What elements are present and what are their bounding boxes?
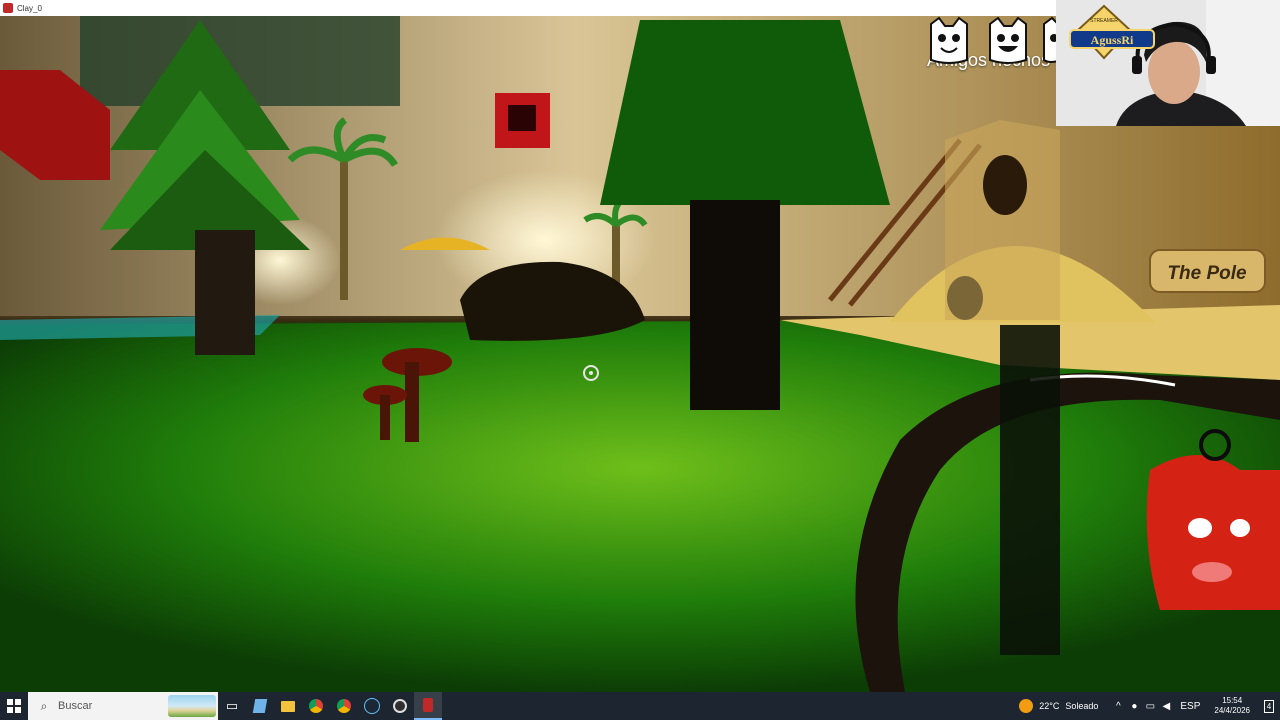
friend-face-icon (989, 16, 1027, 64)
network-icon[interactable]: ▭ (1142, 701, 1158, 712)
chrome-alt-icon[interactable] (330, 692, 358, 720)
building-window (983, 155, 1027, 215)
net-handle (1000, 325, 1060, 655)
windows-taskbar: ⌕ Buscar ▭ 22°C Soleado ^ ● ▭ ◀ ESP 15:5… (0, 692, 1280, 720)
streamer-video: AgussRi STREAMER (1056, 0, 1280, 126)
steam-icon[interactable] (358, 692, 386, 720)
language-indicator[interactable]: ESP (1180, 701, 1200, 712)
webcam-overlay: AgussRi STREAMER (1056, 0, 1280, 126)
big-mushroom-cap (600, 20, 890, 205)
game-icon[interactable] (414, 692, 442, 720)
clock-date: 24/4/2026 (1214, 706, 1250, 715)
chrome-icon[interactable] (302, 692, 330, 720)
clock-time: 15:54 (1222, 696, 1243, 705)
window-title: Clay_0 (17, 3, 42, 13)
obs-icon[interactable] (386, 692, 414, 720)
friend-face-icon (930, 16, 968, 64)
weather-temp[interactable]: 22°C (1039, 701, 1059, 711)
start-button[interactable] (0, 692, 28, 720)
back-building (945, 120, 1060, 320)
big-mushroom-stem (690, 200, 780, 410)
palm-trunk (340, 160, 348, 300)
system-tray: 22°C Soleado ^ ● ▭ ◀ ESP 15:54 24/4/2026… (1019, 692, 1280, 720)
weather-condition[interactable]: Soleado (1065, 701, 1098, 711)
charm-eye-right (1230, 519, 1250, 537)
charm-eye-left (1188, 518, 1212, 538)
search-icon: ⌕ (40, 698, 48, 713)
notification-center-icon[interactable]: 4 (1258, 692, 1280, 720)
red-cube-hole (508, 105, 536, 131)
charm-tongue (1192, 562, 1232, 582)
small-mushroom-stem-2 (380, 395, 390, 440)
webcam-badge-text: AgussRi (1091, 33, 1134, 47)
notification-count: 4 (1263, 699, 1275, 713)
search-placeholder: Buscar (58, 700, 93, 712)
app-icon (3, 3, 13, 13)
sign-text: The Pole (1167, 263, 1247, 284)
search-highlight-image (168, 695, 216, 717)
small-mushroom-stem (405, 362, 419, 442)
webcam-badge-sub: STREAMER (1090, 18, 1118, 24)
microphone-icon[interactable]: ● (1126, 701, 1142, 712)
crosshair-icon (583, 365, 599, 381)
red-friend-charm (1146, 455, 1280, 610)
file-explorer-icon[interactable] (274, 692, 302, 720)
taskbar-search-box[interactable]: ⌕ Buscar (28, 692, 218, 720)
pine-trunk (195, 230, 255, 355)
chevron-up-icon[interactable]: ^ (1110, 701, 1126, 712)
task-view-icon[interactable]: ▭ (218, 692, 246, 720)
notepad-icon[interactable] (246, 692, 274, 720)
windows-logo-icon (7, 699, 21, 713)
speaker-icon[interactable]: ◀ (1158, 701, 1174, 712)
weather-sun-icon (1019, 699, 1034, 713)
taskbar-clock[interactable]: 15:54 24/4/2026 (1214, 696, 1250, 716)
